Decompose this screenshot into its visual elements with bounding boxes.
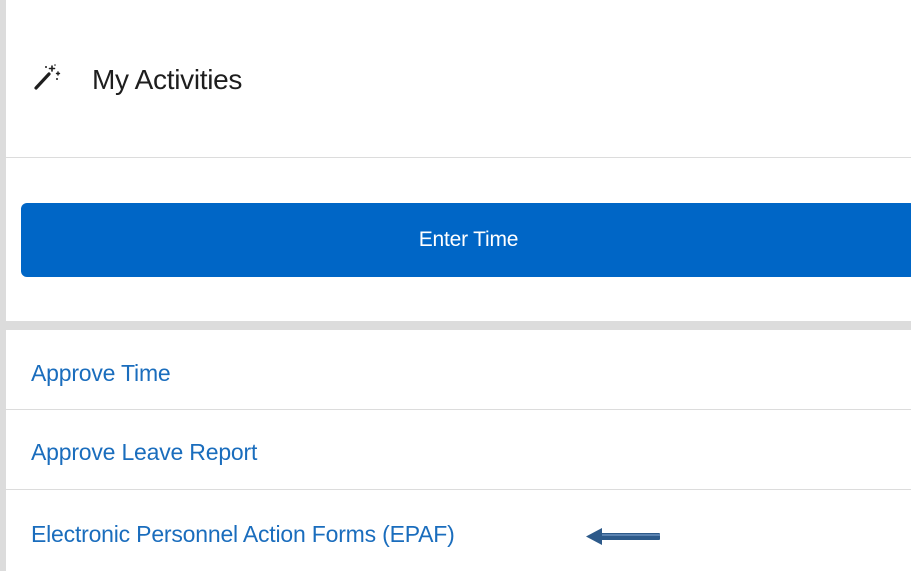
left-arrow-icon — [586, 528, 660, 545]
header-divider — [6, 157, 911, 158]
section-divider — [6, 321, 911, 330]
row-divider — [6, 409, 911, 410]
epaf-link[interactable]: Electronic Personnel Action Forms (EPAF) — [31, 519, 455, 549]
row-divider — [6, 489, 911, 490]
page-title: My Activities — [92, 64, 243, 95]
approve-time-link[interactable]: Approve Time — [31, 358, 171, 388]
approve-leave-report-link[interactable]: Approve Leave Report — [31, 437, 257, 467]
enter-time-button[interactable]: Enter Time — [21, 203, 911, 277]
magic-wand-icon — [34, 64, 61, 90]
my-activities-panel: My Activities Enter Time Approve Time Ap… — [0, 0, 911, 571]
